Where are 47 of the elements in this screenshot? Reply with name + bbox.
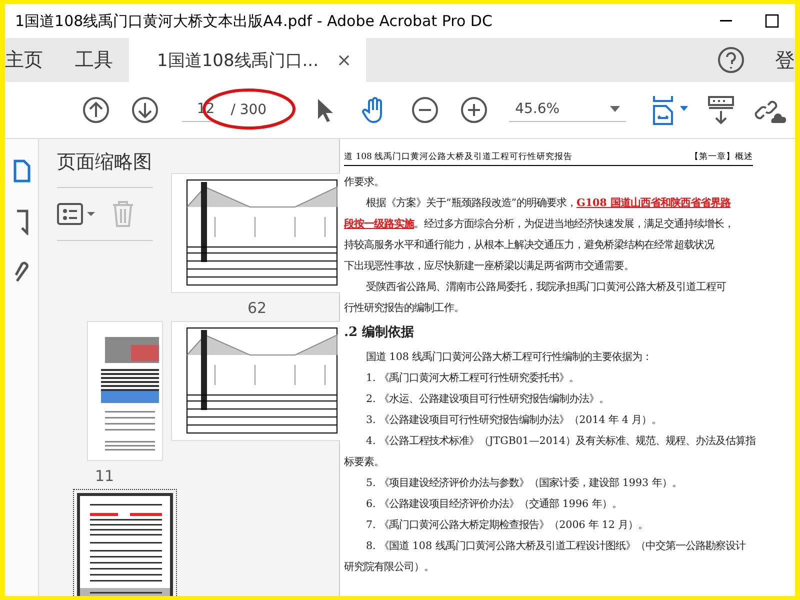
scan-icon[interactable] <box>706 95 735 125</box>
nav-tab[interactable]: 工具 <box>59 38 129 82</box>
maximize-icon[interactable] <box>765 14 779 28</box>
text-line: 作要求。 <box>344 175 385 190</box>
options-icon[interactable] <box>57 202 97 226</box>
running-header: 道 108 线禹门口黄河公路大桥及引道工程可行性研究报告 <box>344 151 573 163</box>
caret-icon <box>610 106 620 112</box>
fit-page-icon[interactable] <box>650 94 691 126</box>
chapter-label: 【第一章】概述 <box>690 151 753 163</box>
previous-page-icon[interactable] <box>82 96 110 124</box>
zoom-out-icon[interactable] <box>410 96 439 124</box>
text-line: 6. 《公路建设项目经济评价办法》（交通部 1996 年）。 <box>365 497 623 512</box>
text-line: 受陕西省公路局、渭南市公路局委托，我院承担禹门口黄河公路大桥及引道工程可 <box>365 280 727 295</box>
text-line: 根据《方案》关于“瓶颈路段改造”的明确要求，G108 国道山西省和陕西省省界路 <box>365 196 732 211</box>
sign-in-link[interactable]: 登 <box>775 46 795 74</box>
page-count: / 300 <box>230 102 267 118</box>
next-page-icon[interactable] <box>131 96 160 124</box>
text-line: 4. 《公路工程技术标准》（JTGB01—2014）及有关标准、规范、规程、办法及估算指 <box>365 434 756 449</box>
nav-tab[interactable]: 主页 <box>5 38 59 82</box>
text-line: 国道 108 线禹门口黄河公路大桥工程可行性编制的主要依据为： <box>365 350 654 365</box>
text-line: 标要素。 <box>344 455 385 470</box>
window-title: 1国道108线禹门口黄河大桥文本出版A4.pdf - Adobe Acrobat Pro DC <box>15 12 494 30</box>
page-icon[interactable] <box>12 159 30 183</box>
panel-title: 页面缩略图 <box>57 149 153 188</box>
text-line: 1. 《禹门口黄河大桥工程可行性研究委托书》。 <box>365 371 580 386</box>
text-line: 5. 《项目建设经济评价办法与参数》（国家计委，建设部 1993 年）。 <box>365 476 683 491</box>
text-line: 3. 《公路建设项目可行性研究报告编制办法》（2014 年 4 月）。 <box>365 413 663 428</box>
text-line: 8. 《国道 108 线禹门口黄河公路大桥及引道工程设计图纸》（中交第一公路勘察设计 <box>365 539 747 554</box>
zoom-in-icon[interactable] <box>460 96 488 124</box>
trash-icon <box>111 200 135 228</box>
select-pointer-icon[interactable] <box>316 97 334 123</box>
zoom-dropdown[interactable]: 45.6% <box>509 98 626 122</box>
text-line: 下出现恶性事故，应尽快新建一座桥梁以满足两省两市交通需要。 <box>344 259 635 274</box>
text-line: 7. 《禹门口黄河公路大桥定期检查报告》（2006 年 12 月）。 <box>365 518 650 533</box>
text-line: 研究院有限公司）。 <box>344 560 435 575</box>
section-heading: .2 编制依据 <box>344 324 416 342</box>
minimize-icon[interactable] <box>720 20 732 22</box>
bookmark-icon[interactable] <box>14 209 28 235</box>
text-line: 段按一级路实施。经过多方面综合分析，为促进当地经济快速发展，满足交通持续增长， <box>344 217 735 232</box>
text-line: 持较高服务水平和通行能力，从根本上解决交通压力，避免桥梁结构在经常超载状况 <box>344 238 716 253</box>
text-line: 2. 《水运、公路建设项目可行性研究报告编制办法》。 <box>365 392 610 407</box>
page-number: 11 <box>94 467 114 485</box>
text-line: 行性研究报告的编制工作。 <box>344 301 465 316</box>
close-tab-button[interactable]: × <box>336 50 352 70</box>
page-number: 62 <box>247 299 267 317</box>
document-tab[interactable]: 1国道108线禹门口... × <box>129 38 366 82</box>
help-icon[interactable] <box>717 46 745 74</box>
